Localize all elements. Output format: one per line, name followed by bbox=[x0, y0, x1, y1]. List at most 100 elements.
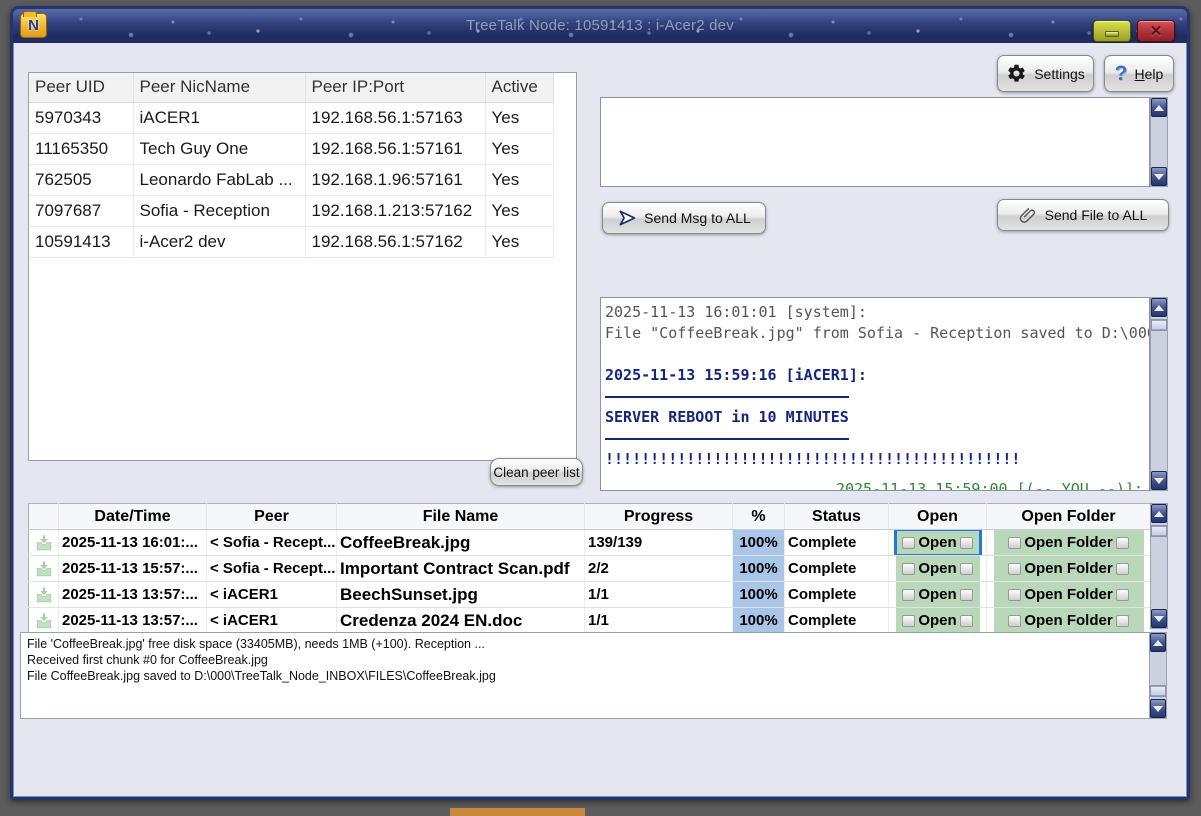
cell-file: BeechSunset.jpg bbox=[337, 582, 585, 608]
peer-nick: Sofia - Reception bbox=[133, 195, 305, 226]
transfers-table: Date/Time Peer File Name Progress % Stat… bbox=[28, 503, 1151, 634]
scrollbar-thumb[interactable] bbox=[1151, 319, 1167, 331]
peer-row[interactable]: 10591413 i-Acer2 dev 192.168.56.1:57162 … bbox=[29, 226, 553, 257]
cell-icon bbox=[29, 582, 59, 608]
button-cap bbox=[1116, 537, 1129, 549]
chat-system-time: 2025-11-13 16:01:01 [system]: bbox=[605, 302, 1149, 323]
open-folder-button[interactable]: Open Folder bbox=[994, 530, 1144, 555]
peer-nick: Tech Guy One bbox=[133, 133, 305, 164]
tx-header-icon bbox=[29, 504, 59, 530]
open-label: Open bbox=[918, 612, 956, 629]
scroll-down-icon[interactable] bbox=[1151, 167, 1167, 186]
peer-row[interactable]: 11165350 Tech Guy One 192.168.56.1:57161… bbox=[29, 133, 553, 164]
help-button[interactable]: ? Help bbox=[1104, 55, 1174, 92]
client-area: Settings ? Help Peer UID Peer NicName Pe… bbox=[13, 43, 1187, 797]
open-folder-button[interactable]: Open Folder bbox=[994, 582, 1144, 607]
peer-table-header: Peer UID Peer NicName Peer IP:Port Activ… bbox=[29, 73, 553, 102]
send-file-to-all-button[interactable]: Send File to ALL bbox=[997, 199, 1169, 231]
peer-uid: 11165350 bbox=[29, 133, 133, 164]
button-cap bbox=[1008, 563, 1021, 575]
open-button[interactable]: Open bbox=[896, 556, 980, 581]
download-icon bbox=[35, 586, 53, 604]
cell-open: Open bbox=[889, 556, 987, 582]
scroll-down-icon[interactable] bbox=[1151, 471, 1167, 490]
scroll-up-icon[interactable] bbox=[1151, 504, 1167, 523]
peer-row[interactable]: 762505 Leonardo FabLab ... 192.168.1.96:… bbox=[29, 164, 553, 195]
cell-icon bbox=[29, 530, 59, 556]
open-folder-button[interactable]: Open Folder bbox=[994, 556, 1144, 581]
open-folder-label: Open Folder bbox=[1024, 586, 1112, 603]
cell-progress: 2/2 bbox=[585, 556, 733, 582]
button-cap bbox=[960, 563, 973, 575]
open-button[interactable]: Open bbox=[896, 582, 980, 607]
scroll-down-icon[interactable] bbox=[1150, 699, 1166, 718]
message-input[interactable] bbox=[600, 97, 1150, 187]
scrollbar-thumb[interactable] bbox=[1150, 685, 1166, 697]
tx-header-open-folder: Open Folder bbox=[987, 504, 1151, 530]
minimize-button[interactable] bbox=[1093, 20, 1131, 42]
log-line: File 'CoffeeBreak.jpg' free disk space (… bbox=[27, 636, 1144, 652]
chat-scrollbar[interactable] bbox=[1150, 297, 1168, 491]
open-button[interactable]: Open bbox=[896, 608, 980, 633]
open-button[interactable]: Open bbox=[896, 530, 980, 555]
cell-datetime: 2025-11-13 13:57:... bbox=[59, 582, 207, 608]
cell-open-folder: Open Folder bbox=[987, 556, 1151, 582]
cell-progress: 1/1 bbox=[585, 608, 733, 634]
transfer-row[interactable]: 2025-11-13 15:57:... < Sofia - Recept...… bbox=[29, 556, 1151, 582]
button-cap bbox=[960, 537, 973, 549]
scroll-up-icon[interactable] bbox=[1150, 633, 1166, 652]
send-msg-to-all-button[interactable]: Send Msg to ALL bbox=[602, 202, 766, 234]
gear-icon bbox=[1006, 63, 1027, 84]
transfer-row[interactable]: 2025-11-13 13:57:... < iACER1 BeechSunse… bbox=[29, 582, 1151, 608]
open-folder-button[interactable]: Open Folder bbox=[994, 608, 1144, 633]
scroll-up-icon[interactable] bbox=[1151, 98, 1167, 117]
activity-log[interactable]: File 'CoffeeBreak.jpg' free disk space (… bbox=[20, 632, 1151, 719]
open-folder-label: Open Folder bbox=[1024, 560, 1112, 577]
settings-button[interactable]: Settings bbox=[997, 55, 1094, 92]
clean-peer-list-button[interactable]: Clean peer list bbox=[490, 458, 583, 486]
cell-file: CoffeeBreak.jpg bbox=[337, 530, 585, 556]
chat-history[interactable]: 2025-11-13 16:01:01 [system]: File "Coff… bbox=[600, 297, 1150, 491]
open-folder-label: Open Folder bbox=[1024, 612, 1112, 629]
log-scrollbar[interactable] bbox=[1149, 632, 1167, 719]
button-cap bbox=[902, 615, 915, 627]
scroll-down-icon[interactable] bbox=[1151, 609, 1167, 628]
open-label: Open bbox=[918, 534, 956, 551]
cell-icon bbox=[29, 608, 59, 634]
chat-divider bbox=[605, 438, 849, 440]
peer-row[interactable]: 7097687 Sofia - Reception 192.168.1.213:… bbox=[29, 195, 553, 226]
button-cap bbox=[1008, 615, 1021, 627]
transfer-row[interactable]: 2025-11-13 13:57:... < iACER1 Credenza 2… bbox=[29, 608, 1151, 634]
peer-table: Peer UID Peer NicName Peer IP:Port Activ… bbox=[29, 73, 554, 258]
scroll-up-icon[interactable] bbox=[1151, 298, 1167, 317]
peer-header-ip: Peer IP:Port bbox=[305, 73, 485, 102]
taskbar-fragment bbox=[450, 808, 585, 816]
question-icon: ? bbox=[1115, 62, 1128, 86]
scrollbar-thumb[interactable] bbox=[1151, 525, 1167, 537]
app-icon-letter: N bbox=[28, 17, 39, 34]
peer-row[interactable]: 5970343 iACER1 192.168.56.1:57163 Yes bbox=[29, 102, 553, 133]
log-line: Received first chunk #0 for CoffeeBreak.… bbox=[27, 652, 1144, 668]
titlebar[interactable]: N TreeTalk Node: 10591413 : i-Acer2 dev … bbox=[13, 9, 1187, 43]
close-icon: ✕ bbox=[1150, 22, 1163, 40]
send-icon bbox=[617, 208, 637, 228]
cell-open-folder: Open Folder bbox=[987, 530, 1151, 556]
tx-header-file: File Name bbox=[337, 504, 585, 530]
open-folder-label: Open Folder bbox=[1024, 534, 1112, 551]
message-scrollbar[interactable] bbox=[1150, 97, 1168, 187]
peer-header-active: Active bbox=[485, 73, 553, 102]
chat-peer-header: 2025-11-13 15:59:16 [iACER1]: bbox=[605, 365, 1149, 386]
peer-ip: 192.168.56.1:57163 bbox=[305, 102, 485, 133]
transfers-scrollbar[interactable] bbox=[1150, 503, 1168, 629]
chat-system-body: File "CoffeeBreak.jpg" from Sofia - Rece… bbox=[605, 323, 1149, 344]
chat-spacer bbox=[605, 344, 1149, 365]
cell-peer: < iACER1 bbox=[207, 608, 337, 634]
peer-uid: 10591413 bbox=[29, 226, 133, 257]
transfer-row[interactable]: 2025-11-13 16:01:... < Sofia - Recept...… bbox=[29, 530, 1151, 556]
cell-status: Complete bbox=[785, 608, 889, 634]
cell-open: Open bbox=[889, 530, 987, 556]
peer-list-panel: Peer UID Peer NicName Peer IP:Port Activ… bbox=[28, 72, 577, 461]
close-button[interactable]: ✕ bbox=[1137, 20, 1175, 42]
download-icon bbox=[35, 534, 53, 552]
peer-nick: Leonardo FabLab ... bbox=[133, 164, 305, 195]
